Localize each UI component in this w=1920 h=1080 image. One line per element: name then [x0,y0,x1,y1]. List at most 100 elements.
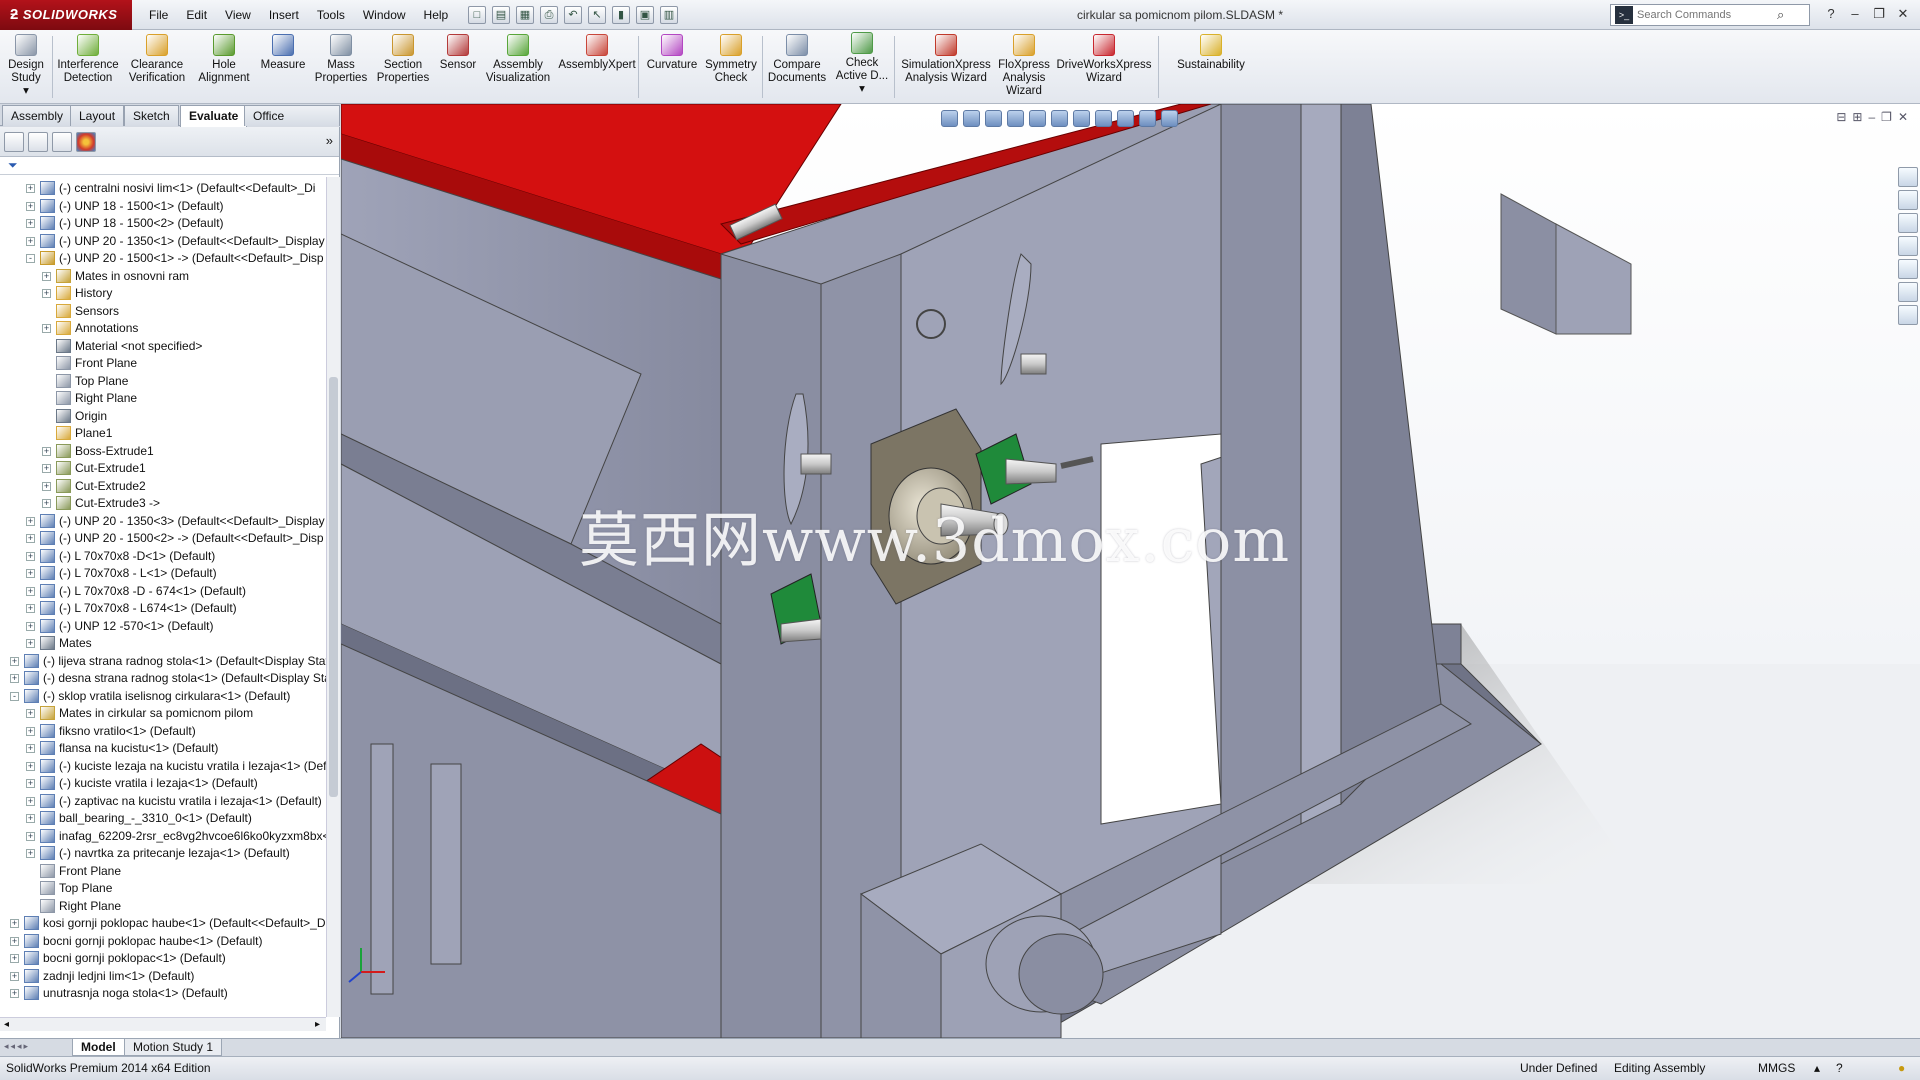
tree-item[interactable]: + Boss-Extrude1 [0,442,326,460]
expand-toggle-icon[interactable]: + [26,709,35,718]
tree-item[interactable]: - (-) UNP 20 - 1500<1> -> (Default<<Defau… [0,249,326,267]
view-settings-icon[interactable] [1161,110,1178,127]
sensor-button[interactable]: Sensor [436,34,480,72]
featuremanager-tree-icon[interactable] [4,132,24,152]
restore-document-icon[interactable]: ❐ [1881,110,1892,124]
graphics-area[interactable]: ⊟ ⊞ – ❐ ✕ 莫西网www.3dmox.com [341,104,1920,1038]
tree-item[interactable]: + (-) zaptivac na kucistu vratila i lezaj… [0,792,326,810]
interference-detection-button[interactable]: Interference Detection [56,34,120,85]
expand-toggle-icon[interactable]: + [42,499,51,508]
section-view-icon[interactable] [1007,110,1024,127]
tree-item[interactable]: + (-) L 70x70x8 -D - 674<1> (Default) [0,582,326,600]
tree-item[interactable]: + (-) kuciste vratila i lezaja<1> (Defaul… [0,774,326,792]
expand-panel-icon[interactable]: » [326,133,333,148]
scroll-right-icon[interactable]: ▸ [315,1018,320,1031]
select-arrow-icon[interactable]: ↖ [588,6,606,24]
curvature-button[interactable]: Curvature [640,34,704,72]
tree-item[interactable]: + Cut-Extrude1 [0,459,326,477]
unit-system[interactable]: MMGS [1758,1057,1795,1080]
expand-toggle-icon[interactable]: + [42,289,51,298]
menu-edit[interactable]: Edit [177,0,216,30]
tab-sketch[interactable]: Sketch [124,105,179,126]
expand-toggle-icon[interactable]: + [26,744,35,753]
tree-item[interactable]: Plane1 [0,424,326,442]
tree-item[interactable]: - (-) sklop vratila iselisnog cirkulara<1… [0,687,326,705]
tree-item[interactable]: + Mates in cirkular sa pomicnom pilom [0,704,326,722]
expand-toggle-icon[interactable]: + [26,761,35,771]
tab-office-products[interactable]: Office Products [244,105,340,143]
view-palette-icon[interactable] [1898,236,1918,256]
tree-item[interactable]: + Annotations [0,319,326,337]
tree-item[interactable]: Top Plane [0,372,326,390]
expand-toggle-icon[interactable]: + [26,831,35,841]
tab-navigation-icon[interactable]: ◂◂◂▸ [4,1041,30,1052]
tree-item[interactable]: + unutrasnja noga stola<1> (Default) [0,984,326,1002]
tree-item[interactable]: Front Plane [0,354,326,372]
expand-toggle-icon[interactable]: + [26,639,35,648]
file-explorer-icon[interactable] [1898,213,1918,233]
assembly-visualization-button[interactable]: Assembly Visualization [480,34,556,85]
expand-toggle-icon[interactable]: + [10,954,19,963]
tree-item[interactable]: + History [0,284,326,302]
tree-item[interactable]: + fiksno vratilo<1> (Default) [0,722,326,740]
tile-view-icon[interactable]: ⊞ [1852,110,1862,124]
tree-item[interactable]: Right Plane [0,389,326,407]
minimize-button[interactable]: – [1844,4,1866,24]
expand-toggle-icon[interactable]: + [26,534,35,543]
restore-button[interactable]: ❐ [1868,4,1890,24]
expand-toggle-icon[interactable]: + [26,849,35,858]
tab-model[interactable]: Model [72,1039,125,1056]
expand-toggle-icon[interactable]: + [42,481,51,491]
tree-item[interactable]: + (-) desna strana radnog stola<1> (Defau… [0,669,326,687]
assemblyxpert-button[interactable]: AssemblyXpert [558,34,636,72]
scrollbar-thumb[interactable] [329,377,338,797]
tree-horizontal-scrollbar[interactable]: ◂ ▸ [0,1017,326,1031]
tab-motion-study-1[interactable]: Motion Study 1 [124,1039,223,1056]
tree-item[interactable]: Origin [0,407,326,425]
menu-insert[interactable]: Insert [260,0,308,30]
close-button[interactable]: ✕ [1892,4,1914,24]
tree-item[interactable]: + (-) UNP 20 - 1350<1> (Default<<Default>… [0,232,326,250]
measure-button[interactable]: Measure [256,34,310,72]
rebuild-icon[interactable]: ▮ [612,6,630,24]
tree-item[interactable]: Right Plane [0,897,326,915]
file-properties-icon[interactable]: ▣ [636,6,654,24]
tree-item[interactable]: Sensors [0,302,326,320]
custom-properties-icon[interactable] [1898,282,1918,302]
close-document-icon[interactable]: ✕ [1898,110,1908,124]
edit-appearance-icon[interactable] [1117,110,1134,127]
units-dropdown-icon[interactable]: ▴ [1814,1057,1820,1080]
search-icon[interactable]: ⌕ [1777,7,1784,23]
search-commands-box[interactable]: >_ ⌕ [1610,4,1810,26]
expand-toggle-icon[interactable]: + [10,989,19,998]
expand-toggle-icon[interactable]: + [26,604,35,613]
tree-item[interactable]: + (-) UNP 20 - 1350<3> (Default<<Default>… [0,512,326,530]
tree-item[interactable]: + bocni gornji poklopac haube<1> (Default… [0,932,326,950]
tree-item[interactable]: Top Plane [0,879,326,897]
tree-item[interactable]: + (-) UNP 18 - 1500<1> (Default) [0,197,326,215]
search-input[interactable] [1637,9,1775,21]
expand-toggle-icon[interactable]: + [42,271,51,281]
hide-show-items-icon[interactable] [1095,110,1112,127]
tree-item[interactable]: + Cut-Extrude3 -> [0,494,326,512]
help-icon[interactable]: ? [1820,4,1842,24]
tree-item[interactable]: + bocni gornji poklopac<1> (Default) [0,949,326,967]
view-orientation-icon[interactable] [1051,110,1068,127]
documents-icon[interactable] [1898,305,1918,325]
expand-toggle-icon[interactable]: + [26,586,35,596]
expand-toggle-icon[interactable]: + [26,621,35,631]
expand-toggle-icon[interactable]: + [10,656,19,666]
filter-icon[interactable]: ⏷ [8,158,18,173]
clearance-verification-button[interactable]: Clearance Verification [124,34,190,85]
expand-toggle-icon[interactable]: + [42,464,51,473]
help-status-icon[interactable]: ? [1836,1057,1843,1080]
mass-properties-button[interactable]: Mass Properties [312,34,370,85]
tree-item[interactable]: + (-) UNP 20 - 1500<2> -> (Default<<Defau… [0,529,326,547]
simulationxpress-button[interactable]: SimulationXpress Analysis Wizard [896,34,996,85]
tree-vertical-scrollbar[interactable] [326,177,340,1017]
tree-item[interactable]: + Mates [0,634,326,652]
tree-item[interactable]: + (-) UNP 12 -570<1> (Default) [0,617,326,635]
check-active-document-button[interactable]: Check Active D... ▾ [832,32,892,96]
hole-alignment-button[interactable]: Hole Alignment [194,34,254,85]
expand-toggle-icon[interactable]: + [26,516,35,526]
